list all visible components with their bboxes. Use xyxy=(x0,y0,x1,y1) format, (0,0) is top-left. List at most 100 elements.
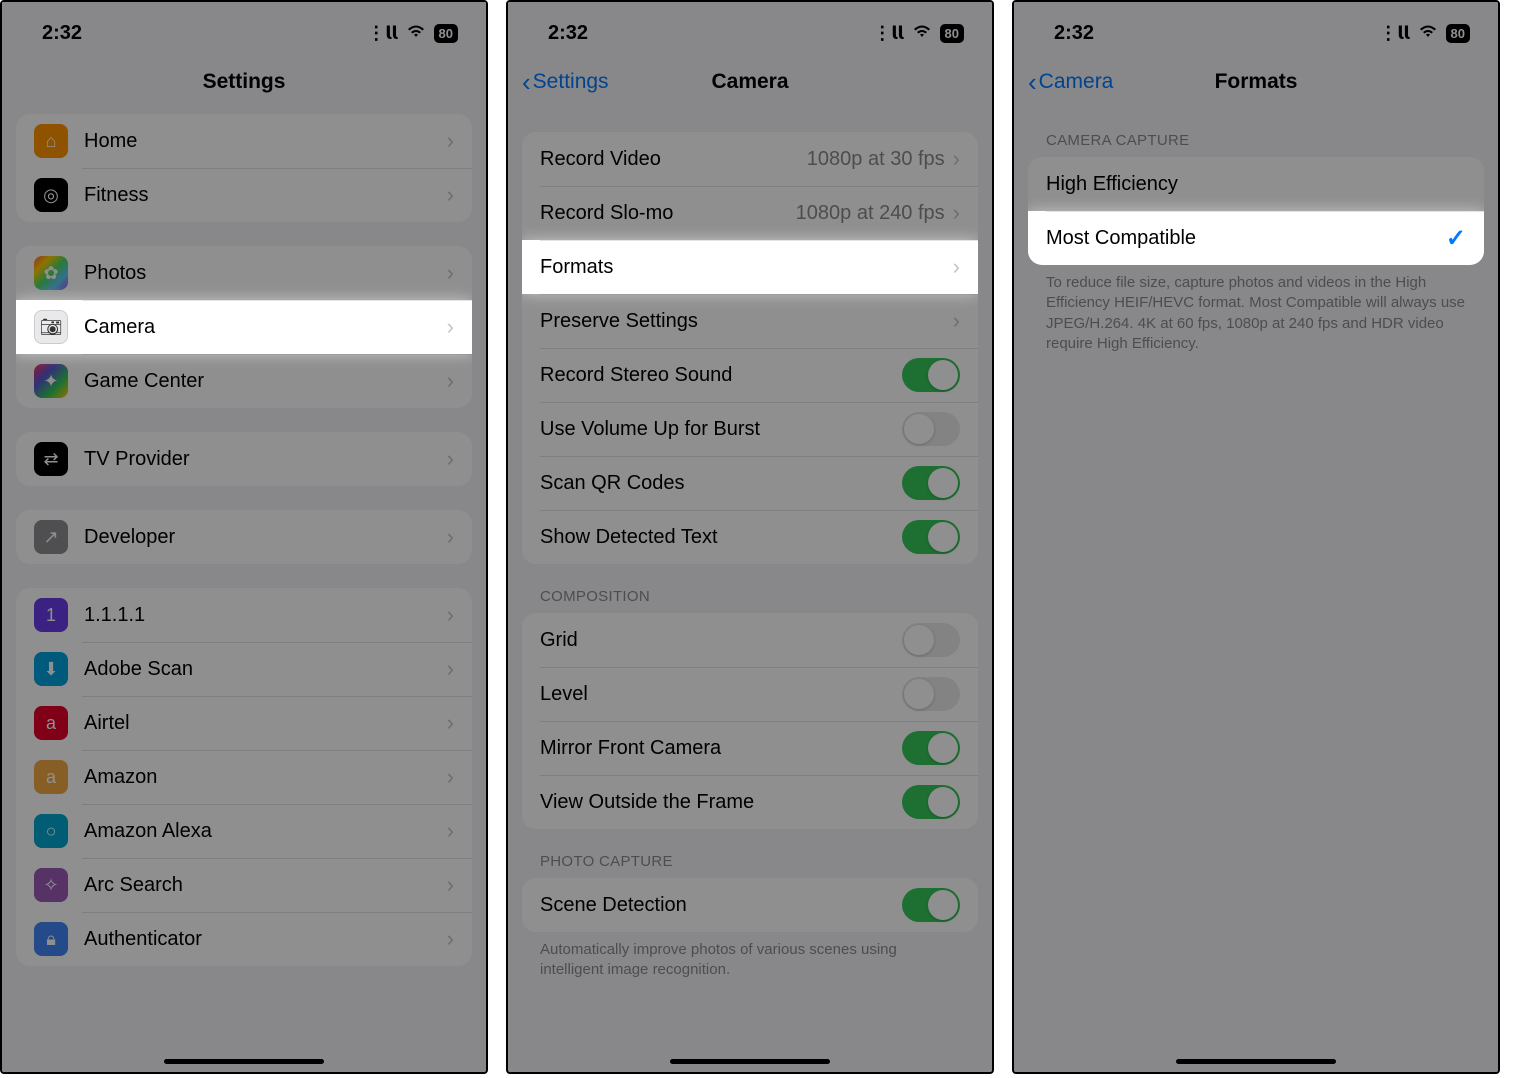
home-indicator[interactable] xyxy=(1176,1059,1336,1064)
settings-row-1111[interactable]: 1 1.1.1.1 › xyxy=(16,588,472,642)
settings-row-amazon[interactable]: a Amazon › xyxy=(16,750,472,804)
page-title: Formats xyxy=(1215,70,1298,94)
status-time: 2:32 xyxy=(548,22,588,45)
row-formats[interactable]: Formats › xyxy=(522,240,978,294)
section-header-photo: PHOTO CAPTURE xyxy=(522,853,978,878)
settings-row-home[interactable]: ⌂ Home › xyxy=(16,114,472,168)
row-preserve-settings[interactable]: Preserve Settings › xyxy=(522,294,978,348)
chevron-right-icon: › xyxy=(447,872,454,898)
signal-icon: ⋮𝗹𝗹 xyxy=(367,23,397,44)
chevron-right-icon: › xyxy=(447,656,454,682)
toggle-level[interactable] xyxy=(902,677,960,711)
arc-icon: ✧ xyxy=(34,868,68,902)
row-view-outside: View Outside the Frame xyxy=(522,775,978,829)
authenticator-icon: 🔒︎ xyxy=(34,922,68,956)
signal-icon: ⋮𝗹𝗹 xyxy=(873,23,903,44)
row-label: Adobe Scan xyxy=(84,658,447,681)
settings-row-fitness[interactable]: ◎ Fitness › xyxy=(16,168,472,222)
row-label: 1.1.1.1 xyxy=(84,604,447,627)
settings-row-developer[interactable]: ↗ Developer › xyxy=(16,510,472,564)
chevron-left-icon: ‹ xyxy=(1028,69,1037,95)
row-high-efficiency[interactable]: High Efficiency xyxy=(1028,157,1484,211)
chevron-right-icon: › xyxy=(953,308,960,334)
back-button[interactable]: ‹ Camera xyxy=(1028,69,1113,95)
chevron-right-icon: › xyxy=(447,710,454,736)
battery-icon: 80 xyxy=(434,24,458,43)
settings-row-adobe[interactable]: ⬇ Adobe Scan › xyxy=(16,642,472,696)
status-bar: 2:32 ⋮𝗹𝗹 80 xyxy=(1014,2,1498,56)
settings-row-authenticator[interactable]: 🔒︎ Authenticator › xyxy=(16,912,472,966)
row-label: Mirror Front Camera xyxy=(540,737,902,760)
row-label: Record Stereo Sound xyxy=(540,364,902,387)
row-label: View Outside the Frame xyxy=(540,791,902,814)
back-button[interactable]: ‹ Settings xyxy=(522,69,609,95)
settings-row-alexa[interactable]: ○ Amazon Alexa › xyxy=(16,804,472,858)
status-icons: ⋮𝗹𝗹 80 xyxy=(873,23,964,44)
status-time: 2:32 xyxy=(42,22,82,45)
section-footer-photo: Automatically improve photos of various … xyxy=(522,932,978,981)
page-title: Camera xyxy=(711,70,788,94)
chevron-right-icon: › xyxy=(447,764,454,790)
gamecenter-icon: ✦ xyxy=(34,364,68,398)
toggle-stereo[interactable] xyxy=(902,358,960,392)
row-record-slomo[interactable]: Record Slo-mo 1080p at 240 fps › xyxy=(522,186,978,240)
row-label: Preserve Settings xyxy=(540,310,953,333)
toggle-detected-text[interactable] xyxy=(902,520,960,554)
nav-bar: Settings xyxy=(2,56,486,108)
row-qr-codes: Scan QR Codes xyxy=(522,456,978,510)
settings-row-gamecenter[interactable]: ✦ Game Center › xyxy=(16,354,472,408)
row-label: Developer xyxy=(84,526,447,549)
settings-row-arc[interactable]: ✧ Arc Search › xyxy=(16,858,472,912)
row-level: Level xyxy=(522,667,978,721)
developer-icon: ↗ xyxy=(34,520,68,554)
row-volume-burst: Use Volume Up for Burst xyxy=(522,402,978,456)
chevron-right-icon: › xyxy=(447,818,454,844)
row-label: Game Center xyxy=(84,370,447,393)
chevron-right-icon: › xyxy=(953,254,960,280)
wifi-icon xyxy=(912,23,932,44)
row-label: Level xyxy=(540,683,902,706)
settings-row-camera[interactable]: 📷︎ Camera › xyxy=(16,300,472,354)
chevron-right-icon: › xyxy=(447,368,454,394)
toggle-qr[interactable] xyxy=(902,466,960,500)
row-record-video[interactable]: Record Video 1080p at 30 fps › xyxy=(522,132,978,186)
1111-icon: 1 xyxy=(34,598,68,632)
wifi-icon xyxy=(1418,23,1438,44)
settings-row-photos[interactable]: ✿ Photos › xyxy=(16,246,472,300)
home-indicator[interactable] xyxy=(164,1059,324,1064)
chevron-left-icon: ‹ xyxy=(522,69,531,95)
toggle-outside[interactable] xyxy=(902,785,960,819)
settings-row-airtel[interactable]: a Airtel › xyxy=(16,696,472,750)
row-most-compatible[interactable]: Most Compatible ✓ xyxy=(1028,211,1484,265)
section-footer-capture: To reduce file size, capture photos and … xyxy=(1028,265,1484,354)
chevron-right-icon: › xyxy=(447,182,454,208)
toggle-mirror[interactable] xyxy=(902,731,960,765)
toggle-grid[interactable] xyxy=(902,623,960,657)
wifi-icon xyxy=(406,23,426,44)
back-label: Settings xyxy=(533,70,609,94)
photos-icon: ✿ xyxy=(34,256,68,290)
row-detail: 1080p at 240 fps xyxy=(796,202,945,225)
home-indicator[interactable] xyxy=(670,1059,830,1064)
row-label: Photos xyxy=(84,262,447,285)
tv-icon: ⇄ xyxy=(34,442,68,476)
nav-bar: ‹ Camera Formats xyxy=(1014,56,1498,108)
page-title: Settings xyxy=(203,70,286,94)
alexa-icon: ○ xyxy=(34,814,68,848)
status-icons: ⋮𝗹𝗹 80 xyxy=(1379,23,1470,44)
row-label: Formats xyxy=(540,256,953,279)
chevron-right-icon: › xyxy=(447,524,454,550)
chevron-right-icon: › xyxy=(447,128,454,154)
status-bar: 2:32 ⋮𝗹𝗹 80 xyxy=(508,2,992,56)
chevron-right-icon: › xyxy=(447,926,454,952)
status-icons: ⋮𝗹𝗹 80 xyxy=(367,23,458,44)
row-grid: Grid xyxy=(522,613,978,667)
fitness-icon: ◎ xyxy=(34,178,68,212)
row-mirror-front: Mirror Front Camera xyxy=(522,721,978,775)
row-label: Scene Detection xyxy=(540,894,902,917)
settings-row-tvprovider[interactable]: ⇄ TV Provider › xyxy=(16,432,472,486)
panel-settings: 2:32 ⋮𝗹𝗹 80 Settings ⌂ Home › ◎ Fitness … xyxy=(0,0,488,1074)
toggle-scene[interactable] xyxy=(902,888,960,922)
row-label: Record Slo-mo xyxy=(540,202,796,225)
toggle-volume-burst[interactable] xyxy=(902,412,960,446)
